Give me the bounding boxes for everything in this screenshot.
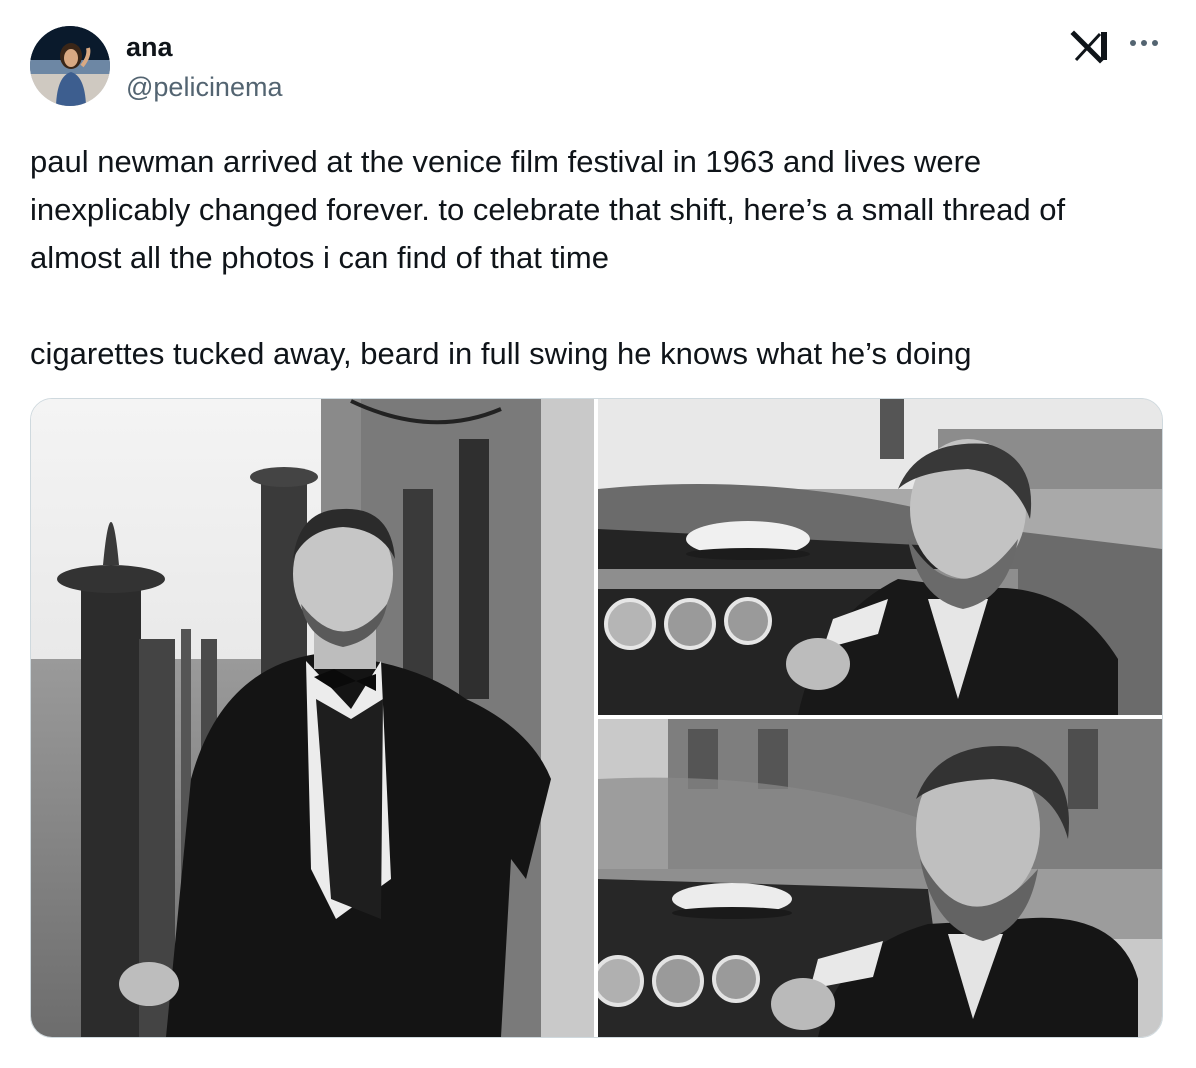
photo-newman-boat-1[interactable] bbox=[598, 399, 1162, 715]
avatar[interactable] bbox=[30, 26, 110, 106]
media-grid bbox=[30, 398, 1163, 1038]
author-display-name[interactable]: ana bbox=[126, 30, 173, 64]
photo-newman-boat-2[interactable] bbox=[598, 719, 1162, 1037]
author-handle[interactable]: @pelicinema bbox=[126, 70, 282, 104]
tweet-text: paul newman arrived at the venice film f… bbox=[30, 144, 1066, 371]
x-logo-icon[interactable] bbox=[1070, 26, 1110, 66]
more-options-icon[interactable] bbox=[1126, 28, 1162, 58]
photo-newman-tuxedo[interactable] bbox=[31, 399, 594, 1037]
